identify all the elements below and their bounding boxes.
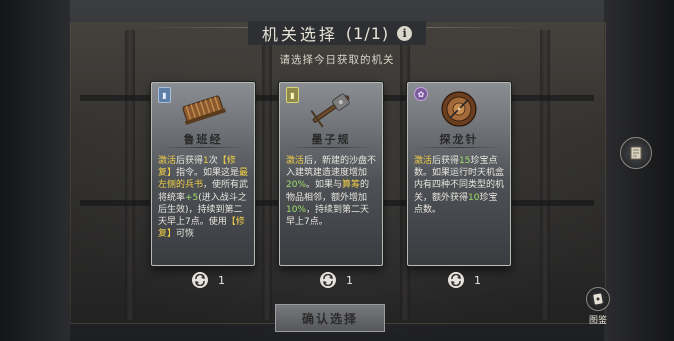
compass-icon [441, 91, 477, 127]
refresh-luban[interactable]: 1 [192, 272, 225, 288]
subtitle: 请选择今日获取的机关 [279, 54, 395, 66]
description-highlight: 10 [468, 192, 480, 203]
page-title: 机关选择 (1/1) i [247, 21, 427, 45]
refresh-icon[interactable] [320, 272, 336, 288]
rarity-tag-icon: ✿ [414, 87, 428, 101]
description-text: 后获得 [176, 156, 204, 166]
description-highlight: 10% [286, 204, 307, 215]
card-description: 激活后获得15珍宝点数。如果运行时天机盒内有四种不同类型的机关，额外获得10珍宝… [414, 155, 505, 216]
description-highlight: 激活 [414, 156, 433, 166]
rarity-tag-icon: ▮ [158, 87, 171, 103]
cabinet-post [125, 30, 135, 320]
codex-label: 图鉴 [588, 316, 607, 326]
description-text: 。如果与 [306, 180, 343, 191]
description-text: 次 [208, 156, 218, 166]
title-text: 机关选择 [261, 25, 338, 44]
side-scroll-button[interactable] [620, 137, 652, 169]
refresh-mozi[interactable]: 1 [320, 272, 353, 288]
refresh-count: 1 [474, 273, 481, 287]
mechanism-card-tanlong[interactable]: ✿ 探龙针 激活后获得15珍宝点数。如果运行时天机盒内有四种不同类型的机关，额外… [407, 82, 511, 266]
description-highlight: 激活 [286, 156, 305, 166]
refresh-count: 1 [218, 273, 225, 287]
cabinet-post [540, 30, 550, 320]
description-highlight: 激活 [158, 156, 177, 166]
description-highlight: 15 [459, 156, 471, 166]
scroll-icon [630, 146, 642, 160]
mechanism-card-mozi[interactable]: ▮ 墨子规 激活后，新建的沙盘不入建筑建造速度增加20%。如果与算筹的物品相邻，… [279, 82, 383, 266]
description-text: 可恢 [176, 229, 195, 240]
description-highlight: 算筹 [342, 180, 361, 191]
card-divider [160, 147, 246, 148]
selection-count: (1/1) [345, 23, 390, 43]
card-divider [416, 147, 502, 148]
crossbow-icon [310, 93, 350, 128]
confirm-button[interactable]: 确认选择 [275, 304, 385, 332]
header: 机关选择 (1/1) i [0, 18, 674, 48]
book-scroll-icon [182, 95, 227, 125]
mechanism-card-luban[interactable]: ▮ 鲁班经 激活后获得1次【修复】指令。如果这是最左侧的兵书，使所有武将统率+5… [151, 82, 255, 266]
card-description: 激活后，新建的沙盘不入建筑建造速度增加20%。如果与算筹的物品相邻，额外增加10… [286, 155, 377, 228]
refresh-icon[interactable] [448, 272, 464, 288]
card-divider [288, 147, 374, 148]
description-text: 指令。如果这是 [176, 168, 240, 179]
card-book-icon [586, 287, 610, 311]
card-name: 探龙针 [439, 133, 479, 146]
rarity-tag-icon: ▮ [286, 87, 299, 103]
card-name: 墨子规 [311, 133, 351, 146]
description-highlight: +5 [185, 192, 199, 203]
cabinet-post [262, 30, 272, 320]
refresh-icon[interactable] [192, 272, 208, 288]
card-name: 鲁班经 [183, 133, 223, 146]
description-highlight: 20% [286, 180, 307, 191]
codex-button[interactable]: 图鉴 [584, 287, 612, 326]
card-description: 激活后获得1次【修复】指令。如果这是最左侧的兵书，使所有武将统率+5(进入战斗之… [158, 155, 249, 240]
refresh-tanlong[interactable]: 1 [448, 272, 481, 288]
info-icon[interactable]: i [397, 25, 413, 41]
refresh-count: 1 [346, 273, 353, 287]
description-text: 后获得 [432, 156, 460, 166]
